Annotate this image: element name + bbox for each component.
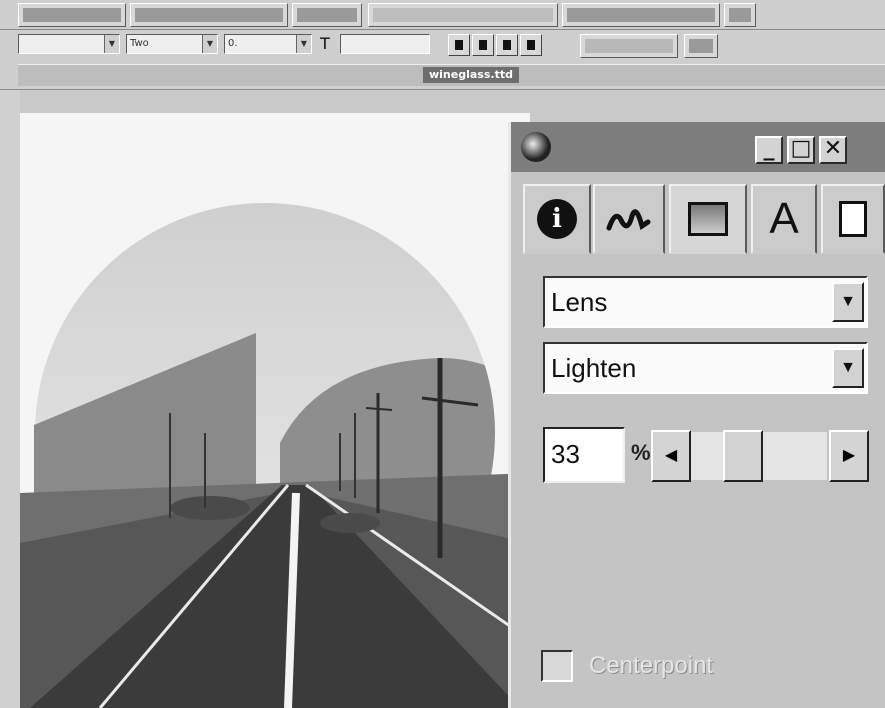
toolbar-combo[interactable] [340, 34, 430, 54]
lens-palette: _ □ ✕ i A Lens ▼ Lighten ▼ 33 % ◀ ▶ Cent… [508, 122, 885, 708]
lens-type-value: Lens [551, 287, 608, 317]
slider-left-button[interactable]: ◀ [651, 430, 691, 482]
amount-slider-thumb[interactable] [722, 430, 763, 482]
info-icon: i [537, 199, 577, 239]
document-title-bar: wineglass.ttd [18, 64, 885, 86]
stop-icon[interactable] [520, 34, 542, 56]
tab-text[interactable]: A [751, 184, 817, 254]
left-margin [0, 90, 20, 708]
toolbar-second: ▼ Two ▼ 0. ▼ T wineglass.ttd [0, 30, 885, 90]
lens-type-select[interactable]: Lens ▼ [543, 276, 868, 328]
toolbar-combo-value: 0. [228, 38, 238, 49]
text-icon: A [769, 194, 799, 243]
document-icon [839, 201, 867, 237]
chevron-down-icon[interactable]: ▼ [832, 348, 864, 388]
tab-document[interactable] [821, 184, 885, 254]
toolbar-button[interactable] [684, 34, 718, 58]
amount-value: 33 [551, 439, 580, 469]
play-icon[interactable] [448, 34, 470, 56]
close-button[interactable]: ✕ [819, 136, 847, 164]
chevron-down-icon: ▼ [296, 35, 311, 53]
blend-mode-select[interactable]: Lighten ▼ [543, 342, 868, 394]
fill-icon [688, 202, 728, 236]
chevron-down-icon: ▼ [202, 35, 217, 53]
minimize-button[interactable]: _ [755, 136, 783, 164]
toolbar-combo[interactable]: Two ▼ [126, 34, 218, 54]
chevron-down-icon[interactable]: ▼ [832, 282, 864, 322]
canvas-photo[interactable] [20, 113, 530, 708]
text-tool-icon[interactable]: T [320, 34, 330, 53]
toolbar-button[interactable] [18, 3, 126, 27]
tab-fill[interactable] [669, 184, 747, 254]
record-icon[interactable] [472, 34, 494, 56]
amount-input[interactable]: 33 [543, 427, 625, 483]
palette-titlebar[interactable]: _ □ ✕ [511, 122, 885, 172]
centerpoint-label: Centerpoint [589, 652, 714, 679]
blend-mode-value: Lighten [551, 353, 637, 383]
toolbar-combo[interactable]: ▼ [18, 34, 120, 54]
maximize-button[interactable]: □ [787, 136, 815, 164]
toolbar-button[interactable] [292, 3, 362, 27]
palette-logo-icon [521, 132, 551, 162]
chevron-down-icon: ▼ [104, 35, 119, 53]
tab-info[interactable]: i [523, 184, 591, 254]
toolbar-button[interactable] [580, 34, 678, 58]
stroke-icon [606, 209, 651, 231]
toolbar-button[interactable] [562, 3, 720, 27]
toolbar-combo[interactable]: 0. ▼ [224, 34, 312, 54]
toolbar-button[interactable] [368, 3, 558, 27]
photo-image [20, 113, 530, 708]
toolbar-top [0, 0, 885, 30]
centerpoint-checkbox[interactable] [541, 650, 573, 682]
slider-right-button[interactable]: ▶ [829, 430, 869, 482]
toolbar-button[interactable] [724, 3, 756, 27]
toolbar-combo-value: Two [130, 38, 149, 49]
tab-stroke[interactable] [593, 184, 665, 254]
rewind-icon[interactable] [496, 34, 518, 56]
percent-label: % [631, 440, 651, 465]
document-title: wineglass.ttd [423, 67, 519, 83]
toolbar-button[interactable] [130, 3, 288, 27]
